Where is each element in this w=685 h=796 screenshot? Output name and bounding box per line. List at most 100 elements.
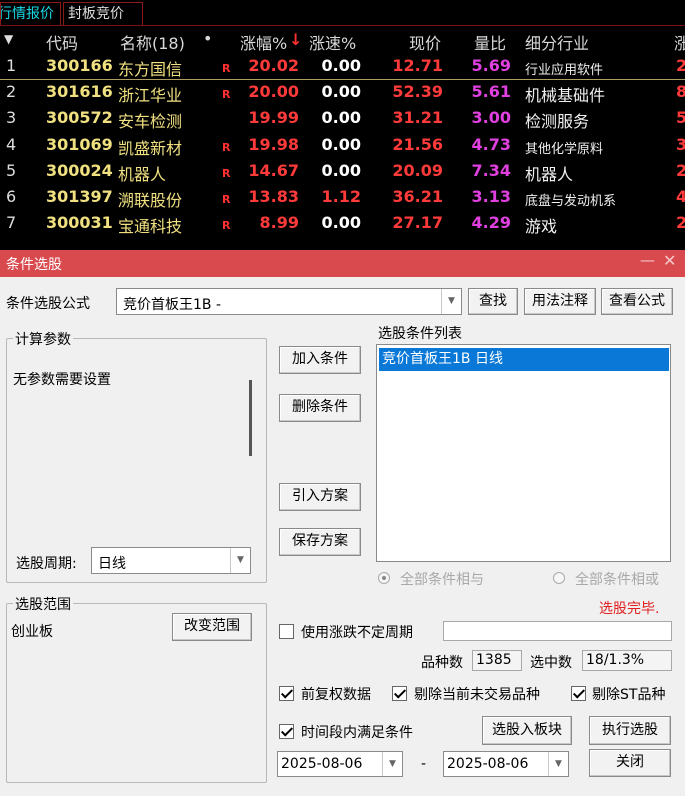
chevron-down-icon[interactable]: ▼ bbox=[230, 548, 250, 573]
header-industry[interactable]: 细分行业 bbox=[525, 30, 589, 54]
exclude-st-checkbox[interactable] bbox=[571, 686, 586, 701]
condition-stock-picker-dialog: 条件选股 — ✕ 条件选股公式 竞价首板王1B - ▼ 查找 用法注释 查看公式… bbox=[0, 250, 685, 796]
chevron-down-icon[interactable]: ▼ bbox=[382, 752, 402, 776]
extra-col: 3 bbox=[676, 134, 685, 154]
row-index: 7 bbox=[6, 213, 17, 233]
params-scrollbar[interactable] bbox=[240, 356, 260, 518]
list-item[interactable]: 竞价首板王1B 日线 bbox=[379, 348, 669, 371]
scope-title: 选股范围 bbox=[13, 594, 73, 614]
change-speed: 0.00 bbox=[321, 213, 361, 233]
dialog-titlebar[interactable]: 条件选股 — ✕ bbox=[0, 250, 685, 277]
save-plan-button[interactable]: 保存方案 bbox=[279, 528, 361, 556]
view-formula-button[interactable]: 查看公式 bbox=[601, 288, 673, 315]
date-from-value: 2025-08-06 bbox=[281, 756, 363, 772]
header-volume-ratio[interactable]: 量比 bbox=[474, 30, 506, 54]
count-value: 1385 bbox=[472, 650, 522, 671]
change-speed: 0.00 bbox=[321, 56, 361, 75]
table-row[interactable]: 5 300024 机器人 R 14.67 0.00 20.09 7.34 机器人 2 bbox=[0, 159, 685, 185]
add-condition-button[interactable]: 加入条件 bbox=[279, 346, 361, 374]
current-price: 36.21 bbox=[392, 187, 443, 206]
time-range-label: 时间段内满足条件 bbox=[301, 725, 413, 741]
header-change-pct[interactable]: 涨幅% bbox=[240, 30, 287, 54]
close-button[interactable]: 关闭 bbox=[589, 749, 671, 777]
industry: 游戏 bbox=[525, 217, 558, 237]
table-row[interactable]: 3 300572 安车检测 19.99 0.00 31.21 3.00 检测服务 5 bbox=[0, 106, 685, 132]
chevron-down-icon[interactable]: ▼ bbox=[441, 289, 461, 314]
header-price[interactable]: 现价 bbox=[409, 30, 441, 54]
date-to-value: 2025-08-06 bbox=[447, 756, 529, 772]
scrollbar-thumb[interactable] bbox=[249, 380, 252, 456]
close-icon[interactable]: ✕ bbox=[663, 251, 676, 270]
exclude-untraded-label: 剔除当前未交易品种 bbox=[414, 687, 540, 703]
table-row[interactable]: 1 300166 东方国信 R 20.02 0.00 12.71 5.69 行业应用软件 2 bbox=[0, 54, 685, 80]
stock-code: 301069 bbox=[46, 134, 113, 154]
period-select[interactable]: 日线 ▼ bbox=[91, 547, 251, 574]
row-index: 3 bbox=[6, 108, 17, 128]
uncertain-period-field[interactable] bbox=[443, 621, 672, 641]
margin-flag: R bbox=[222, 193, 231, 206]
industry: 机械基础件 bbox=[525, 86, 606, 106]
table-row[interactable]: 4 301069 凯盛新材 R 19.98 0.00 21.56 4.73 其他化学原料 3 bbox=[0, 133, 685, 159]
volume-ratio: 4.29 bbox=[471, 213, 511, 233]
condition-list[interactable]: 竞价首板王1B 日线 bbox=[376, 344, 671, 562]
radio-all-and[interactable] bbox=[378, 572, 390, 584]
time-range-checkbox[interactable] bbox=[279, 724, 294, 739]
uncertain-period-checkbox[interactable] bbox=[279, 624, 294, 639]
delete-condition-button[interactable]: 删除条件 bbox=[279, 394, 361, 422]
change-speed: 0.00 bbox=[321, 82, 361, 102]
status-text: 选股完毕. bbox=[599, 601, 660, 617]
tab-quotes[interactable]: 行情报价 bbox=[0, 2, 61, 25]
table-row[interactable]: 7 300031 宝通科技 R 8.99 0.00 27.17 4.29 游戏 2 bbox=[0, 211, 685, 237]
radio-all-or-label: 全部条件相或 bbox=[575, 572, 659, 588]
industry: 底盘与发动机系 bbox=[525, 194, 617, 209]
header-speed[interactable]: 涨速% bbox=[309, 30, 356, 54]
market-quote-panel: 行情报价 封板竞价 ▼ 代码 名称(18) • 涨幅% ↓ 涨速% 现价 量比 … bbox=[0, 0, 685, 250]
table-row[interactable]: 6 301397 溯联股份 R 13.83 1.12 36.21 3.13 底盘与发动机系 4 bbox=[0, 185, 685, 211]
import-plan-button[interactable]: 引入方案 bbox=[279, 483, 361, 511]
tab-limit-bidding[interactable]: 封板竞价 bbox=[63, 2, 143, 25]
formula-value: 竞价首板王1B - bbox=[123, 297, 222, 313]
stock-code: 300024 bbox=[46, 160, 113, 180]
header-extra[interactable]: 涨 bbox=[674, 30, 685, 54]
stock-code: 301616 bbox=[46, 82, 113, 102]
header-menu-icon[interactable]: ▼ bbox=[4, 32, 13, 46]
change-pct: 20.02 bbox=[248, 56, 299, 75]
change-scope-button[interactable]: 改变范围 bbox=[172, 613, 252, 641]
extra-col: 2 bbox=[676, 160, 685, 180]
current-price: 27.17 bbox=[392, 213, 443, 233]
margin-flag: R bbox=[222, 140, 231, 154]
add-to-block-button[interactable]: 选股入板块 bbox=[482, 716, 572, 745]
formula-label: 条件选股公式 bbox=[6, 296, 90, 312]
pre-adjust-label: 前复权数据 bbox=[301, 687, 371, 703]
chevron-down-icon[interactable]: ▼ bbox=[548, 752, 568, 776]
quote-table-header: ▼ 代码 名称(18) • 涨幅% ↓ 涨速% 现价 量比 细分行业 涨 bbox=[0, 28, 685, 54]
header-code[interactable]: 代码 bbox=[46, 30, 78, 54]
volume-ratio: 5.61 bbox=[471, 82, 511, 102]
count-label: 品种数 bbox=[421, 655, 463, 671]
formula-select[interactable]: 竞价首板王1B - ▼ bbox=[116, 288, 462, 315]
row-index: 1 bbox=[6, 56, 17, 75]
date-to-picker[interactable]: 2025-08-06 ▼ bbox=[443, 751, 569, 777]
scope-value: 创业板 bbox=[11, 624, 53, 640]
exclude-untraded-checkbox[interactable] bbox=[392, 686, 407, 701]
find-button[interactable]: 查找 bbox=[468, 288, 518, 315]
radio-all-or[interactable] bbox=[553, 572, 565, 584]
current-price: 31.21 bbox=[392, 108, 443, 128]
usage-notes-button[interactable]: 用法注释 bbox=[524, 288, 596, 315]
pre-adjust-checkbox[interactable] bbox=[279, 686, 294, 701]
sort-desc-icon: ↓ bbox=[289, 30, 303, 49]
table-row[interactable]: 2 301616 浙江华业 R 20.00 0.00 52.39 5.61 机械基础件 8 bbox=[0, 80, 685, 106]
calc-params-title: 计算参数 bbox=[13, 329, 73, 349]
volume-ratio: 4.73 bbox=[471, 134, 511, 154]
volume-ratio: 7.34 bbox=[471, 160, 511, 180]
volume-ratio: 5.69 bbox=[471, 56, 511, 75]
header-name[interactable]: 名称(18) bbox=[120, 30, 185, 54]
date-from-picker[interactable]: 2025-08-06 ▼ bbox=[277, 751, 403, 777]
execute-selection-button[interactable]: 执行选股 bbox=[589, 716, 671, 745]
change-pct: 19.99 bbox=[248, 108, 299, 128]
stock-name: 溯联股份 bbox=[118, 191, 183, 210]
minimize-icon[interactable]: — bbox=[640, 251, 655, 269]
stock-code: 300031 bbox=[46, 213, 113, 233]
selected-label: 选中数 bbox=[530, 655, 572, 671]
stock-name: 东方国信 bbox=[118, 60, 183, 79]
